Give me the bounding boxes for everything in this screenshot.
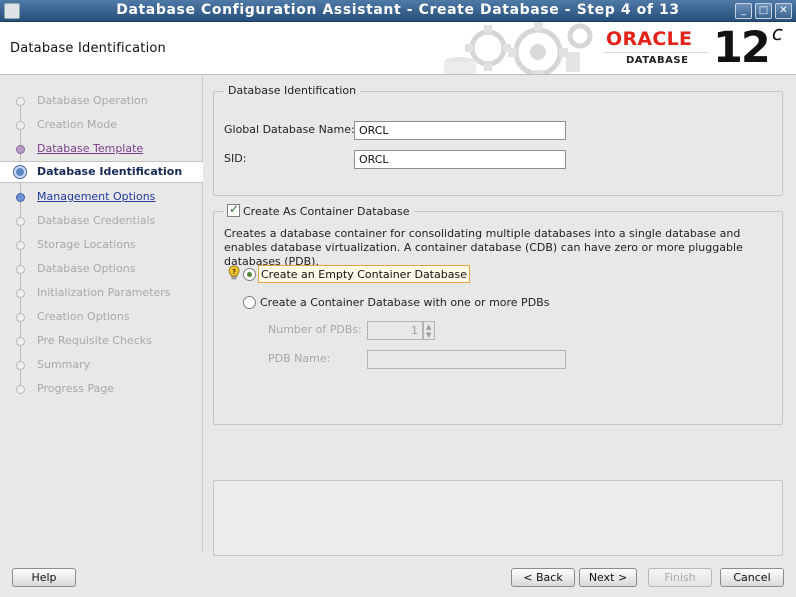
nav-step-item: Summary bbox=[0, 354, 203, 376]
steps-sidebar: Database Operation Creation Mode Database … bbox=[0, 76, 203, 551]
nav-step-label: Initialization Parameters bbox=[37, 286, 171, 299]
cancel-button[interactable]: Cancel bbox=[720, 568, 784, 587]
minimize-icon[interactable]: _ bbox=[735, 3, 752, 19]
next-button[interactable]: Next > bbox=[579, 568, 637, 587]
oracle-database-label: DATABASE bbox=[626, 55, 689, 66]
version-badge: 12 c bbox=[713, 22, 783, 73]
sid-label: SID: bbox=[224, 152, 247, 165]
step-status-icon bbox=[16, 289, 25, 298]
sid-input[interactable]: ORCL bbox=[354, 150, 566, 169]
nav-step-label: Summary bbox=[37, 358, 91, 371]
message-area bbox=[213, 480, 783, 556]
oracle-logo: ORACLE DATABASE bbox=[604, 28, 708, 70]
nav-step-item[interactable]: Database Template bbox=[0, 138, 203, 160]
nav-step-label: Creation Mode bbox=[37, 118, 118, 131]
window-title: Database Configuration Assistant - Creat… bbox=[116, 2, 680, 18]
nav-step-item: Database Credentials bbox=[0, 210, 203, 232]
nav-step-label: Database Credentials bbox=[37, 214, 156, 227]
page-title: Database Identification bbox=[10, 41, 166, 56]
svg-text:?: ? bbox=[232, 268, 236, 276]
nav-step-label[interactable]: Management Options bbox=[37, 190, 155, 203]
dbca-window: Database Configuration Assistant - Creat… bbox=[0, 0, 796, 597]
nav-step-item[interactable]: Management Options bbox=[0, 186, 203, 208]
nav-step-label: Database Operation bbox=[37, 94, 148, 107]
oracle-wordmark: ORACLE bbox=[606, 28, 693, 50]
logo-divider bbox=[604, 52, 708, 53]
step-status-icon bbox=[16, 193, 25, 202]
step-status-icon bbox=[16, 121, 25, 130]
global-db-name-label: Global Database Name: bbox=[224, 123, 355, 136]
title-bar[interactable]: Database Configuration Assistant - Creat… bbox=[0, 0, 796, 22]
step-status-icon bbox=[16, 97, 25, 106]
identification-group bbox=[213, 91, 783, 196]
nav-step-item: Pre Requisite Checks bbox=[0, 330, 203, 352]
checkmark-icon: ✓ bbox=[229, 202, 240, 216]
step-status-icon bbox=[16, 241, 25, 250]
pdb-name-input[interactable] bbox=[367, 350, 566, 369]
gears-graphic-icon bbox=[444, 22, 593, 74]
step-status-icon bbox=[16, 337, 25, 346]
nav-step-item: Creation Mode bbox=[0, 114, 203, 136]
version-number: 12 bbox=[713, 23, 771, 73]
step-status-icon bbox=[16, 265, 25, 274]
option-container-with-pdbs-label[interactable]: Create a Container Database with one or … bbox=[260, 296, 549, 309]
container-checkbox-label[interactable]: Create As Container Database bbox=[243, 205, 410, 218]
nav-step-label: Progress Page bbox=[37, 382, 115, 395]
identification-legend: Database Identification bbox=[224, 84, 361, 97]
num-pdbs-label: Number of PDBs: bbox=[268, 323, 362, 336]
num-pdbs-spinner[interactable]: ▲ ▼ bbox=[423, 321, 435, 340]
container-description: Creates a database container for consoli… bbox=[224, 227, 743, 268]
nav-step-label: Storage Locations bbox=[37, 238, 136, 251]
nav-step-label: Database Identification bbox=[37, 165, 183, 178]
spinner-up-icon[interactable]: ▲ bbox=[426, 323, 431, 331]
back-button[interactable]: < Back bbox=[511, 568, 575, 587]
num-pdbs-input[interactable]: 1 bbox=[367, 321, 423, 340]
step-status-icon bbox=[16, 385, 25, 394]
help-button[interactable]: Help bbox=[12, 568, 76, 587]
option-empty-container-label[interactable]: Create an Empty Container Database bbox=[258, 265, 470, 283]
pdb-name-label: PDB Name: bbox=[268, 352, 331, 365]
version-suffix: c bbox=[771, 22, 783, 45]
nav-step-item: Database Identification bbox=[0, 161, 203, 183]
nav-step-item: Creation Options bbox=[0, 306, 203, 328]
nav-step-item: Database Operation bbox=[0, 90, 203, 112]
nav-step-label: Pre Requisite Checks bbox=[37, 334, 152, 347]
nav-step-label: Creation Options bbox=[37, 310, 130, 323]
container-legend: ✓ Create As Container Database bbox=[224, 202, 414, 218]
nav-step-item: Storage Locations bbox=[0, 234, 203, 256]
step-status-icon bbox=[16, 145, 25, 154]
step-status-icon bbox=[16, 217, 25, 226]
nav-step-label[interactable]: Database Template bbox=[37, 142, 143, 155]
spinner-down-icon[interactable]: ▼ bbox=[426, 331, 431, 339]
step-status-icon bbox=[14, 166, 26, 178]
close-icon[interactable]: ✕ bbox=[775, 3, 792, 19]
radio-empty-container[interactable] bbox=[243, 268, 256, 281]
finish-button: Finish bbox=[648, 568, 712, 587]
container-checkbox[interactable]: ✓ bbox=[227, 202, 240, 217]
nav-step-label: Database Options bbox=[37, 262, 136, 275]
radio-selected-dot bbox=[247, 272, 252, 277]
maximize-icon[interactable]: □ bbox=[755, 3, 772, 19]
header-banner: Database Identification ORACLE DATABASE bbox=[0, 22, 796, 75]
nav-step-item: Database Options bbox=[0, 258, 203, 280]
lightbulb-icon: ? bbox=[228, 265, 240, 280]
radio-container-with-pdbs[interactable] bbox=[243, 296, 256, 309]
nav-step-item: Progress Page bbox=[0, 378, 203, 400]
global-db-name-input[interactable]: ORCL bbox=[354, 121, 566, 140]
nav-step-item: Initialization Parameters bbox=[0, 282, 203, 304]
step-status-icon bbox=[16, 361, 25, 370]
step-status-icon bbox=[16, 313, 25, 322]
